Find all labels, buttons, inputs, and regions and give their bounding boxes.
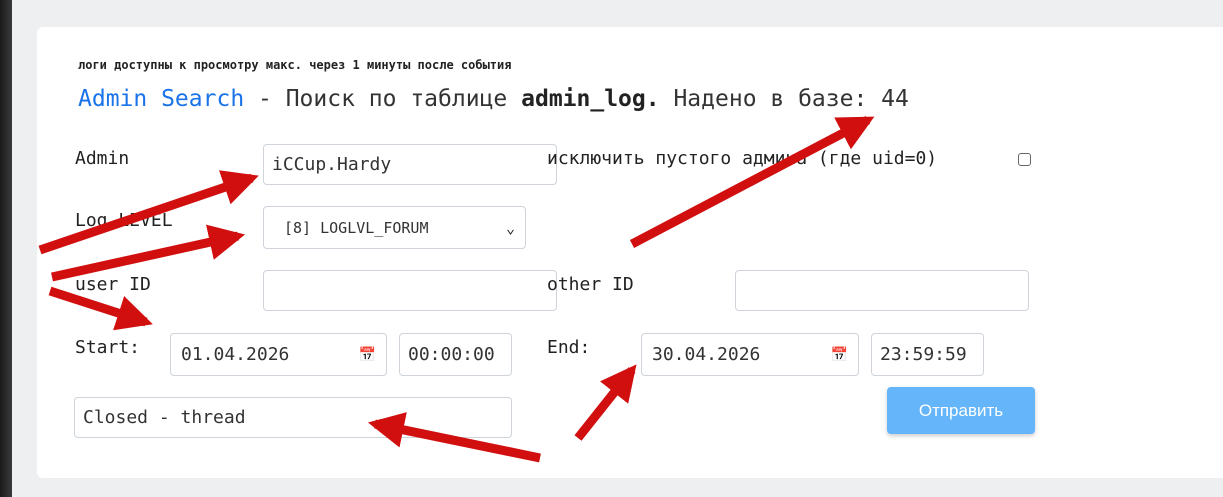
submit-button[interactable]: Отправить — [887, 387, 1035, 434]
userid-label: user ID — [75, 274, 151, 295]
admin-label: Admin — [75, 148, 130, 169]
start-label: Start: — [75, 337, 141, 358]
table-name: admin_log. — [521, 86, 660, 112]
end-time-input[interactable]: 23:59:59 — [871, 333, 984, 376]
calendar-icon[interactable]: 📅 — [359, 347, 376, 363]
start-time-value: 00:00:00 — [408, 344, 495, 365]
otherid-input[interactable] — [735, 270, 1029, 311]
start-time-input[interactable]: 00:00:00 — [399, 333, 512, 376]
userid-input[interactable] — [263, 270, 557, 311]
loglevel-select[interactable]: [8] LOGLVL_FORUM ⌄ — [263, 206, 526, 249]
loglevel-label: Log LEVEL — [75, 210, 173, 231]
result-count: 44 — [881, 86, 909, 112]
end-label: End: — [547, 337, 591, 358]
start-date-value: 01.04.2026 — [181, 344, 290, 365]
end-date-value: 30.04.2026 — [652, 344, 761, 365]
title-text: - Поиск по таблице — [244, 86, 522, 112]
chevron-down-icon: ⌄ — [505, 218, 515, 237]
found-label: Надено в базе: — [659, 86, 882, 112]
end-time-value: 23:59:59 — [880, 344, 967, 365]
exclude-empty-admin-checkbox[interactable] — [1018, 153, 1031, 166]
text-search-input[interactable] — [74, 397, 512, 438]
calendar-icon[interactable]: 📅 — [831, 347, 848, 363]
delay-note: логи доступны к просмотру макс. через 1 … — [78, 58, 512, 72]
loglevel-selected-value: [8] LOGLVL_FORUM — [284, 218, 429, 237]
otherid-label: other ID — [547, 274, 634, 295]
admin-input[interactable] — [263, 144, 557, 185]
end-date-input[interactable]: 30.04.2026 📅 — [641, 333, 859, 376]
page-title: Admin Search - Поиск по таблице admin_lo… — [78, 86, 909, 112]
background-edge — [0, 0, 12, 497]
admin-search-link[interactable]: Admin Search — [78, 86, 244, 112]
exclude-empty-admin-label: исключить пустого админа (где uid=0) — [547, 148, 938, 169]
start-date-input[interactable]: 01.04.2026 📅 — [170, 333, 387, 376]
